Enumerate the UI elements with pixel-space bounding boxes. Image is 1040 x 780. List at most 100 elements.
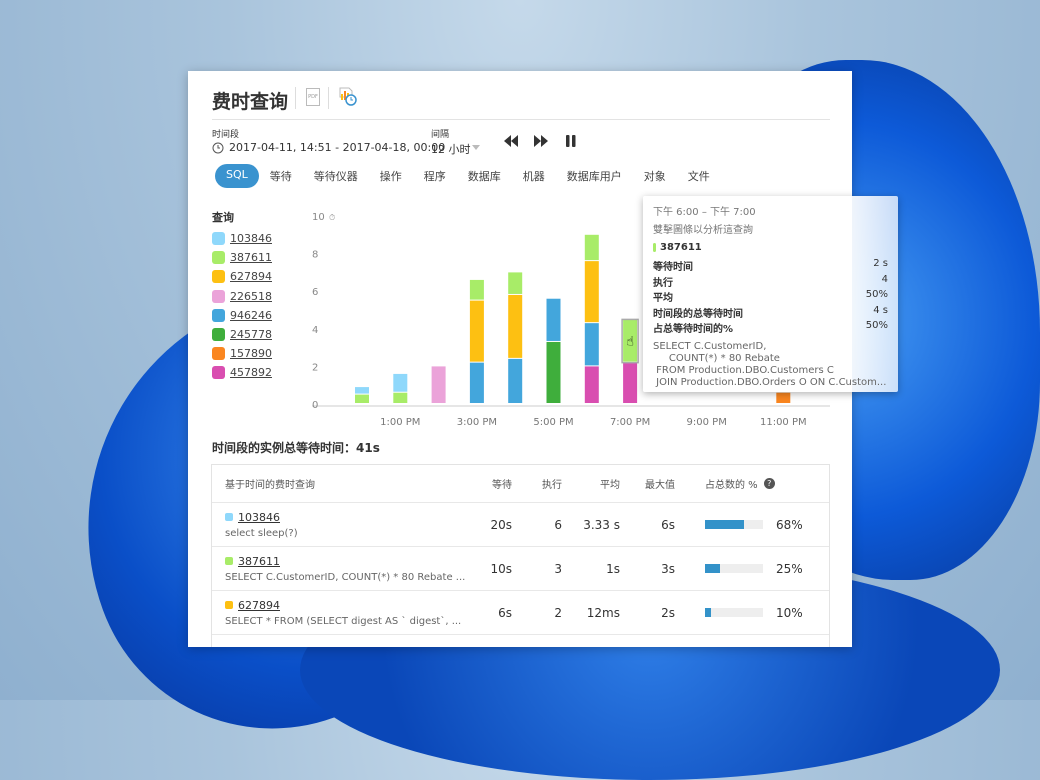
y-tick-label: 6 xyxy=(312,287,318,298)
tooltip-key: 占总等待时间的% xyxy=(653,324,734,335)
column-header[interactable]: 基于时间的费时查询 xyxy=(212,476,467,491)
tooltip-hint: 雙擊圖條以分析這查詢 xyxy=(653,225,753,236)
bar-segment-103846[interactable] xyxy=(393,373,408,392)
percent-bar-fill xyxy=(705,520,745,529)
hand-cursor-icon: ☝ xyxy=(626,335,634,350)
x-tick-label: 3:00 PM xyxy=(457,417,497,428)
bar-segment-226518[interactable] xyxy=(431,366,446,403)
column-header-label: 平均 xyxy=(600,480,620,491)
exec-cell: 6 xyxy=(554,517,562,532)
tooltip-sql: SELECT C.CustomerID, COUNT(*) * 80 Rebat… xyxy=(653,340,887,388)
wait-cell: 6s xyxy=(498,605,512,620)
x-tick-label: 11:00 PM xyxy=(760,417,807,428)
percent-cell: 25% xyxy=(776,561,803,576)
tooltip-value: 50% xyxy=(865,289,888,300)
bar-segment-157890[interactable] xyxy=(776,392,791,403)
tooltip-value: 2 s xyxy=(873,258,888,269)
tooltip-value: 4 xyxy=(881,273,888,285)
timer-icon: ⏱ xyxy=(329,213,335,222)
table-header: 基于时间的费时查询 等待 执行 平均 最大值 占总数的 %? xyxy=(212,465,829,503)
max-cell: 2s xyxy=(661,605,675,620)
column-header-label: 基于时间的费时查询 xyxy=(225,480,315,491)
percent-cell: 10% xyxy=(776,605,803,620)
x-tick-label: 5:00 PM xyxy=(533,417,573,428)
x-tick-label: 7:00 PM xyxy=(610,417,650,428)
bar-segment-387611[interactable] xyxy=(393,392,408,403)
query-sql: SELECT C.CustomerID, COUNT(*) * 80 Rebat… xyxy=(225,571,466,583)
max-cell: 3s xyxy=(661,561,675,576)
query-sql: SELECT * FROM (SELECT digest AS ` digest… xyxy=(225,615,462,627)
column-header[interactable]: 执行 xyxy=(512,476,562,491)
y-tick-label: 0 xyxy=(312,400,318,411)
bar-segment-387611[interactable] xyxy=(355,394,369,403)
wait-cell: 20s xyxy=(490,517,512,532)
tooltip-query-id: 387611 xyxy=(660,242,702,253)
avg-cell: 1s xyxy=(606,561,620,576)
x-tick-label: 1:00 PM xyxy=(380,417,420,428)
bar-segment-387611[interactable] xyxy=(469,279,484,300)
percent-bar xyxy=(705,520,763,529)
tooltip-row: 时间段的总等待时间 4 s xyxy=(653,305,888,320)
table-row[interactable]: 226518 xyxy=(212,635,829,647)
tooltip-key: 平均 xyxy=(653,293,673,304)
table-row[interactable]: 387611 SELECT C.CustomerID, COUNT(*) * 8… xyxy=(212,547,829,591)
top-queries-table: 基于时间的费时查询 等待 执行 平均 最大值 占总数的 %? 103846 select … xyxy=(211,464,830,647)
query-id-link[interactable]: 103846 xyxy=(238,511,280,524)
percent-bar-fill xyxy=(705,608,711,617)
series-color-marker xyxy=(225,513,233,521)
tooltip-key: 执行 xyxy=(653,277,673,289)
table-row[interactable]: 627894 SELECT * FROM (SELECT digest AS `… xyxy=(212,591,829,635)
column-header[interactable]: 最大值 xyxy=(620,476,675,491)
column-header-label: 等待 xyxy=(492,480,512,491)
avg-cell: 12ms xyxy=(586,605,620,620)
column-header[interactable]: 等待 xyxy=(467,476,512,491)
bar-segment-457892[interactable] xyxy=(584,366,599,403)
tooltip-value: 50% xyxy=(865,320,888,331)
tooltip-row: 占总等待时间的% 50% xyxy=(653,320,888,335)
bar-segment-627894[interactable] xyxy=(508,294,523,358)
total-wait-summary: 时间段的实例总等待时间：41s xyxy=(212,441,380,455)
y-tick-label: 10 xyxy=(312,212,325,223)
percent-bar xyxy=(705,608,763,617)
x-tick-label: 9:00 PM xyxy=(687,417,727,428)
y-tick-label: 4 xyxy=(312,325,318,336)
bar-segment-627894[interactable] xyxy=(584,261,599,323)
bar-segment-946246[interactable] xyxy=(546,298,561,341)
bar-segment-457892[interactable] xyxy=(623,362,638,403)
series-color-marker xyxy=(225,557,233,565)
series-color-marker xyxy=(225,601,233,609)
help-icon[interactable]: ? xyxy=(763,478,775,489)
query-sql: select sleep(?) xyxy=(225,527,298,539)
bar-segment-103846[interactable] xyxy=(355,387,369,394)
bar-segment-245778[interactable] xyxy=(546,341,561,403)
bar-segment-627894[interactable] xyxy=(469,300,484,362)
percent-bar-fill xyxy=(705,564,720,573)
column-header[interactable]: 平均 xyxy=(562,476,620,491)
tooltip-row: 平均 50% xyxy=(653,289,888,304)
table-row[interactable]: 103846 select sleep(?) 20s 6 3.33 s 6s 6… xyxy=(212,503,829,547)
exec-cell: 3 xyxy=(554,561,562,576)
tooltip-key: 等待时间 xyxy=(653,262,693,273)
tooltip-value: 4 s xyxy=(873,304,888,316)
tooltip-query: 387611 xyxy=(653,242,888,253)
column-header-label: 执行 xyxy=(542,480,562,491)
avg-cell: 3.33 s xyxy=(583,517,620,532)
y-tick-label: 8 xyxy=(312,250,318,261)
column-header[interactable]: 占总数的 %? xyxy=(675,476,825,491)
tooltip-row: 执行 4 xyxy=(653,274,888,289)
series-color-marker xyxy=(653,243,656,252)
wait-cell: 10s xyxy=(490,561,512,576)
bar-segment-387611[interactable] xyxy=(508,272,523,294)
bar-segment-946246[interactable] xyxy=(469,362,484,403)
query-id-link[interactable]: 627894 xyxy=(238,599,280,612)
bar-segment-946246[interactable] xyxy=(584,323,599,366)
query-id-link[interactable]: 387611 xyxy=(238,555,280,568)
tooltip-range: 下午 6:00 – 下午 7:00 xyxy=(653,207,756,218)
bar-segment-387611[interactable] xyxy=(584,234,599,261)
bar-segment-946246[interactable] xyxy=(508,358,523,403)
tooltip-row: 等待时间 2 s xyxy=(653,258,888,273)
exec-cell: 2 xyxy=(554,605,562,620)
chart-tooltip: 下午 6:00 – 下午 7:00 雙擊圖條以分析這查詢 387611 等待时间… xyxy=(643,196,898,392)
y-tick-label: 2 xyxy=(312,362,318,373)
percent-cell: 68% xyxy=(776,517,803,532)
